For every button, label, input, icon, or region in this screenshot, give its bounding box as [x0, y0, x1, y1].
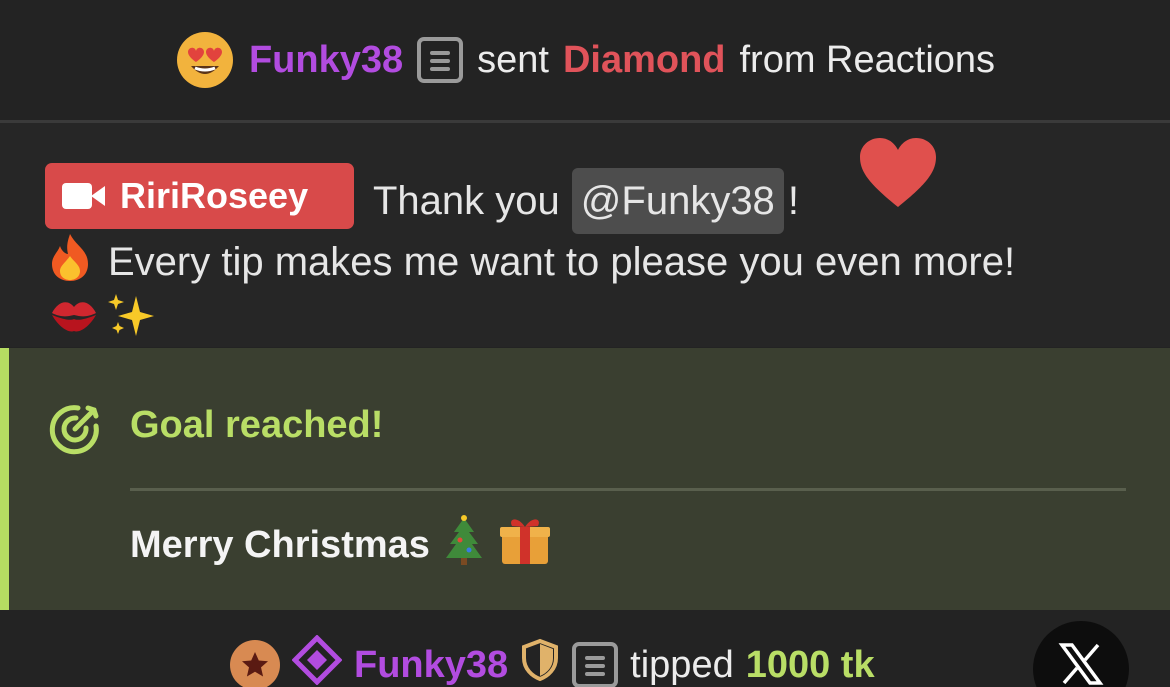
christmas-tree-emoji-icon: [442, 514, 486, 576]
message-line-3: [48, 290, 156, 345]
diamond-member-icon: [291, 634, 343, 687]
x-logo-icon: [1058, 641, 1104, 687]
notice-item-name: Diamond: [562, 38, 726, 81]
fire-emoji-icon: [46, 232, 94, 292]
model-name: RiriRoseey: [120, 175, 309, 216]
goal-description-text: Merry Christmas: [130, 523, 430, 566]
note-icon: [572, 642, 619, 687]
tip-line: Funky38 tipped 1000 tk: [230, 630, 875, 687]
sparkles-emoji-icon: [106, 290, 156, 345]
goal-description: Merry Christmas: [130, 514, 552, 576]
message-text-before: Thank you: [373, 178, 560, 223]
kiss-lips-emoji-icon: [48, 295, 100, 340]
gift-emoji-icon: [498, 514, 552, 576]
reaction-notice: Funky38 sent Diamond from Reactions: [0, 0, 1170, 120]
message-text-line2: Every tip makes me want to please you ev…: [108, 239, 1016, 284]
message-text-after: !: [787, 178, 799, 223]
target-icon: [46, 400, 104, 463]
tip-amount: 1000 tk: [745, 643, 875, 686]
tip-username[interactable]: Funky38: [354, 644, 508, 687]
message-line-1: Thank you @Funky38 !: [373, 168, 799, 234]
notice-from-text: from Reactions: [739, 38, 996, 81]
video-camera-icon: [62, 182, 106, 210]
notice-sent-text: sent: [477, 38, 549, 81]
tip-action-text: tipped: [630, 643, 734, 686]
heart-eyes-emoji-icon: [175, 30, 235, 90]
goal-divider: [130, 488, 1126, 491]
goal-title: Goal reached!: [130, 404, 384, 446]
goal-accent-bar: [0, 348, 9, 610]
user-level-badge-icon: [230, 640, 280, 687]
heart-reaction-icon[interactable]: [858, 137, 938, 214]
message-line-2: Every tip makes me want to please you ev…: [46, 232, 1015, 292]
notice-username[interactable]: Funky38: [249, 39, 403, 82]
model-badge[interactable]: RiriRoseey: [45, 163, 354, 229]
note-icon: [417, 37, 464, 83]
shield-icon: [520, 638, 560, 687]
mention-tag[interactable]: @Funky38: [571, 168, 784, 234]
